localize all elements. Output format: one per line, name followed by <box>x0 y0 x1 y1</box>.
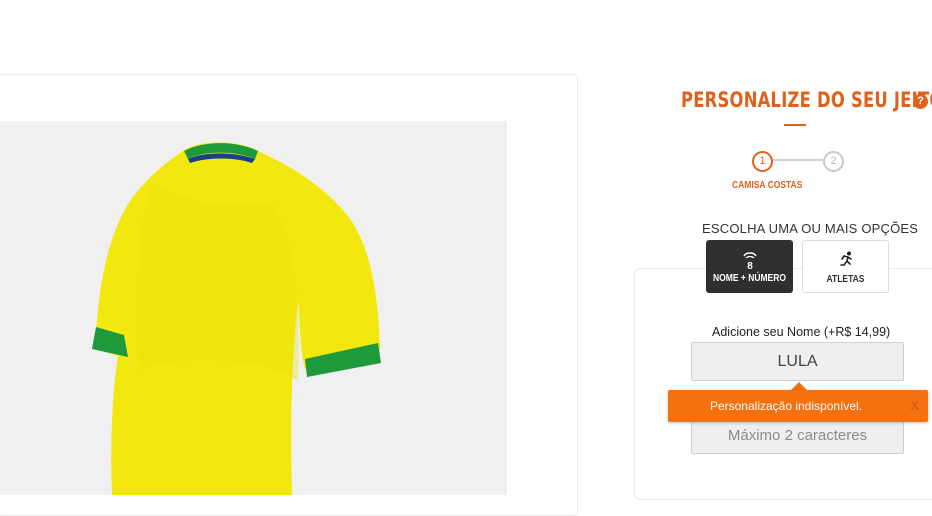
jersey-number-icon: 8 <box>706 250 793 272</box>
option-name-number-button[interactable]: 8 NOME + NÚMERO <box>706 240 793 293</box>
product-image[interactable] <box>0 121 507 495</box>
step-1[interactable]: 1 <box>752 151 773 172</box>
title-underline <box>784 124 806 126</box>
toast-message: Personalização indisponível. <box>709 399 863 413</box>
option-athletes-label: ATLETAS <box>826 274 865 285</box>
option-name-number-label: NOME + NÚMERO <box>713 273 786 284</box>
step-2[interactable]: 2 <box>823 151 844 172</box>
name-field-label: Adicione seu Nome (+R$ 14,99) <box>712 325 891 339</box>
help-icon[interactable]: ? <box>913 94 928 109</box>
svg-text:8: 8 <box>747 261 753 270</box>
toast-close-button[interactable]: X <box>910 390 919 422</box>
error-toast: Personalização indisponível. X <box>668 390 928 422</box>
stepper-line <box>772 159 823 161</box>
running-athlete-icon <box>803 251 888 271</box>
option-athletes-button[interactable]: ATLETAS <box>802 240 889 293</box>
name-input[interactable] <box>691 342 904 381</box>
options-panel <box>634 268 932 500</box>
options-heading: ESCOLHA UMA OU MAIS OPÇÕES <box>702 221 919 236</box>
step-1-label: CAMISA COSTAS <box>732 180 803 191</box>
toast-arrow <box>791 382 807 390</box>
page-title: PERSONALIZE DO SEU JEITO <box>681 88 932 112</box>
shirt-image <box>0 121 507 495</box>
